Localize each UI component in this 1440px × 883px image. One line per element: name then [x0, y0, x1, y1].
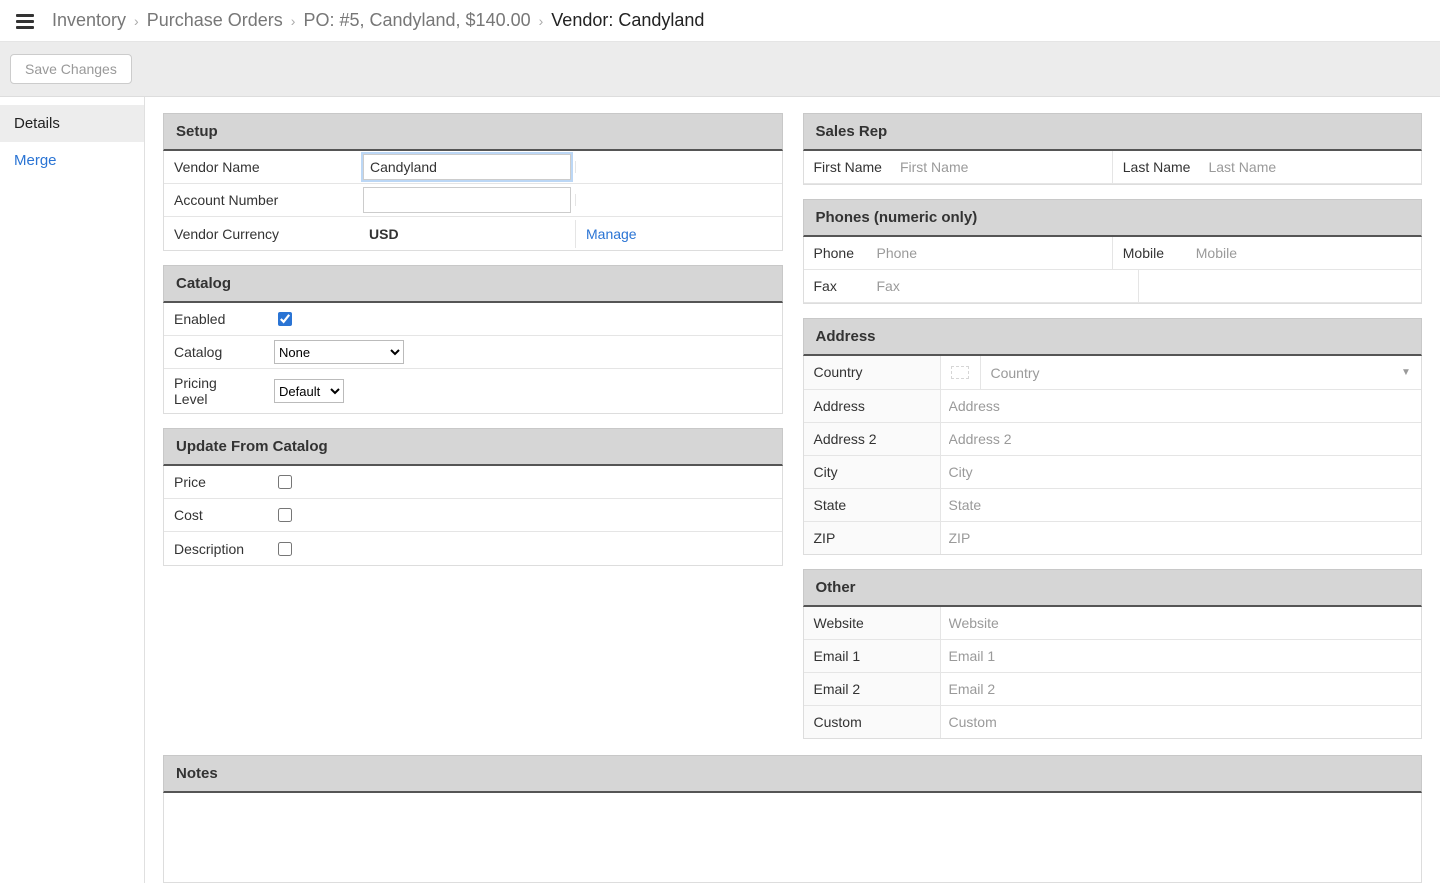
notes-section: Notes	[163, 755, 1422, 883]
address2-label: Address 2	[804, 423, 941, 455]
notes-header: Notes	[163, 755, 1422, 793]
zip-label: ZIP	[804, 522, 941, 554]
phones-header: Phones (numeric only)	[803, 199, 1423, 237]
email1-label: Email 1	[804, 640, 941, 672]
state-input[interactable]	[941, 489, 1422, 521]
mobile-label: Mobile	[1113, 239, 1188, 267]
other-header: Other	[803, 569, 1423, 607]
update-cost-checkbox[interactable]	[278, 508, 292, 522]
account-number-label: Account Number	[164, 186, 359, 214]
vendor-currency-value: USD	[359, 220, 575, 248]
update-header: Update From Catalog	[163, 428, 783, 466]
menu-icon[interactable]	[16, 14, 34, 28]
mobile-input[interactable]	[1188, 240, 1417, 266]
state-label: State	[804, 489, 941, 521]
chevron-right-icon: ›	[539, 13, 544, 29]
breadcrumb-inventory[interactable]: Inventory	[52, 10, 126, 31]
update-cost-label: Cost	[164, 501, 264, 529]
phone-input[interactable]	[869, 240, 1108, 266]
website-label: Website	[804, 607, 941, 639]
chevron-right-icon: ›	[291, 13, 296, 29]
catalog-select-label: Catalog	[164, 338, 264, 366]
update-price-checkbox[interactable]	[278, 475, 292, 489]
update-panel: Price Cost Description	[163, 466, 783, 566]
country-label: Country	[804, 356, 941, 389]
flag-icon	[951, 366, 969, 379]
phones-panel: Phone Mobile Fax	[803, 237, 1423, 304]
vendor-name-input[interactable]	[363, 154, 571, 180]
catalog-header: Catalog	[163, 265, 783, 303]
account-number-input[interactable]	[363, 187, 571, 213]
phone-label: Phone	[804, 239, 869, 267]
catalog-panel: Enabled Catalog None Pricing Level Defau…	[163, 303, 783, 414]
first-name-input[interactable]	[892, 154, 1108, 180]
city-input[interactable]	[941, 456, 1422, 488]
address2-input[interactable]	[941, 423, 1422, 455]
other-panel: Website Email 1 Email 2 Custom	[803, 607, 1423, 739]
zip-input[interactable]	[941, 522, 1422, 554]
setup-panel: Vendor Name Account Number Vendor Curren…	[163, 151, 783, 251]
catalog-select[interactable]: None	[274, 340, 404, 364]
address-header: Address	[803, 318, 1423, 356]
chevron-down-icon: ▼	[1391, 367, 1421, 378]
first-name-label: First Name	[804, 153, 892, 181]
pricing-level-select[interactable]: Default	[274, 379, 344, 403]
email2-input[interactable]	[941, 673, 1422, 705]
breadcrumb-purchase-orders[interactable]: Purchase Orders	[147, 10, 283, 31]
right-column: Sales Rep First Name Last Name	[803, 113, 1423, 739]
email2-label: Email 2	[804, 673, 941, 705]
country-placeholder: Country	[981, 365, 1392, 381]
address-label: Address	[804, 390, 941, 422]
address-input[interactable]	[941, 390, 1422, 422]
catalog-enabled-label: Enabled	[164, 305, 264, 333]
manage-currency-link[interactable]: Manage	[586, 226, 637, 242]
left-column: Setup Vendor Name Account Number Vendor …	[163, 113, 783, 566]
save-changes-button[interactable]: Save Changes	[10, 54, 132, 84]
custom-input[interactable]	[941, 706, 1422, 738]
last-name-label: Last Name	[1113, 153, 1201, 181]
update-description-label: Description	[164, 535, 264, 563]
sidebar-item-details[interactable]: Details	[0, 105, 144, 142]
fax-label: Fax	[804, 272, 869, 300]
toolbar: Save Changes	[0, 42, 1440, 97]
sidebar: Details Merge	[0, 97, 145, 883]
notes-body[interactable]	[163, 793, 1422, 883]
salesrep-panel: First Name Last Name	[803, 151, 1423, 185]
content: Setup Vendor Name Account Number Vendor …	[145, 97, 1440, 883]
breadcrumb-po[interactable]: PO: #5, Candyland, $140.00	[303, 10, 530, 31]
setup-header: Setup	[163, 113, 783, 151]
chevron-right-icon: ›	[134, 13, 139, 29]
address-panel: Country Country ▼ Address	[803, 356, 1423, 555]
update-price-label: Price	[164, 468, 264, 496]
breadcrumb-current: Vendor: Candyland	[551, 10, 704, 31]
sidebar-item-merge[interactable]: Merge	[0, 142, 144, 179]
vendor-name-label: Vendor Name	[164, 153, 359, 181]
update-description-checkbox[interactable]	[278, 542, 292, 556]
vendor-currency-label: Vendor Currency	[164, 220, 359, 248]
salesrep-header: Sales Rep	[803, 113, 1423, 151]
email1-input[interactable]	[941, 640, 1422, 672]
last-name-input[interactable]	[1200, 154, 1417, 180]
pricing-level-label: Pricing Level	[164, 369, 264, 413]
catalog-enabled-checkbox[interactable]	[278, 312, 292, 326]
breadcrumb-bar: Inventory › Purchase Orders › PO: #5, Ca…	[0, 0, 1440, 42]
country-select[interactable]: Country ▼	[941, 356, 1422, 389]
custom-label: Custom	[804, 706, 941, 738]
website-input[interactable]	[941, 607, 1422, 639]
city-label: City	[804, 456, 941, 488]
fax-input[interactable]	[869, 273, 1134, 299]
